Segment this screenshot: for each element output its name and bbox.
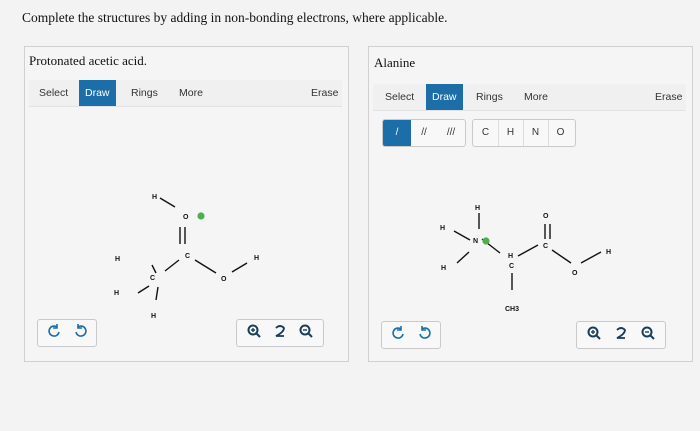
right-molecule-canvas[interactable]: H H N H H C CH3 O C O H [369, 47, 692, 361]
right-atom-o-ether: O [572, 270, 578, 277]
right-radical-dot [482, 237, 490, 245]
right-reset-zoom-icon[interactable] [610, 322, 632, 348]
right-atom-c-alpha: C [509, 263, 514, 270]
left-atom-c-methyl: C [150, 275, 155, 282]
left-atom-h-top-left: H [152, 194, 157, 201]
left-zoom-out-icon[interactable] [295, 320, 317, 346]
right-atom-ch3: CH3 [505, 306, 519, 313]
right-redo-icon[interactable] [414, 322, 436, 348]
left-radical-dot [197, 212, 205, 220]
left-atom-c-carbonyl: C [185, 253, 190, 260]
left-atom-o-ether: O [221, 276, 227, 283]
right-atom-h-lower-left: H [441, 265, 446, 272]
right-undo-redo-group [381, 321, 441, 349]
left-sketch-panel: Protonated acetic acid. Select Draw Ring… [24, 46, 349, 362]
right-atom-h-right: H [606, 249, 611, 256]
right-sketch-panel: Alanine Select Draw Rings More Erase / /… [368, 46, 693, 362]
right-atom-o-top: O [543, 213, 549, 220]
left-redo-icon[interactable] [70, 320, 92, 346]
right-atom-h-top: H [475, 205, 480, 212]
left-undo-redo-group [37, 319, 97, 347]
left-atom-h-bottom: H [151, 313, 156, 320]
right-atom-h-alpha: H [508, 253, 513, 260]
left-zoom-in-icon[interactable] [243, 320, 265, 346]
left-reset-zoom-icon[interactable] [269, 320, 291, 346]
right-zoom-group [576, 321, 666, 349]
left-atom-h-left1: H [115, 256, 120, 263]
question-text: Complete the structures by adding in non… [22, 10, 448, 25]
right-atom-c-carbonyl: C [543, 243, 548, 250]
right-undo-icon[interactable] [387, 322, 409, 348]
left-atom-o-top: O [183, 214, 189, 221]
right-bonds [453, 213, 602, 290]
left-bonds [137, 197, 248, 301]
left-atom-h-left2: H [114, 290, 119, 297]
right-zoom-in-icon[interactable] [583, 322, 605, 348]
left-atom-h-right: H [254, 255, 259, 262]
right-atom-h-left: H [440, 225, 445, 232]
left-molecule-canvas[interactable]: H O C O H H C H H [25, 47, 348, 361]
right-atom-n: N [473, 238, 478, 245]
right-zoom-out-icon[interactable] [637, 322, 659, 348]
left-undo-icon[interactable] [43, 320, 65, 346]
left-zoom-group [236, 319, 324, 347]
